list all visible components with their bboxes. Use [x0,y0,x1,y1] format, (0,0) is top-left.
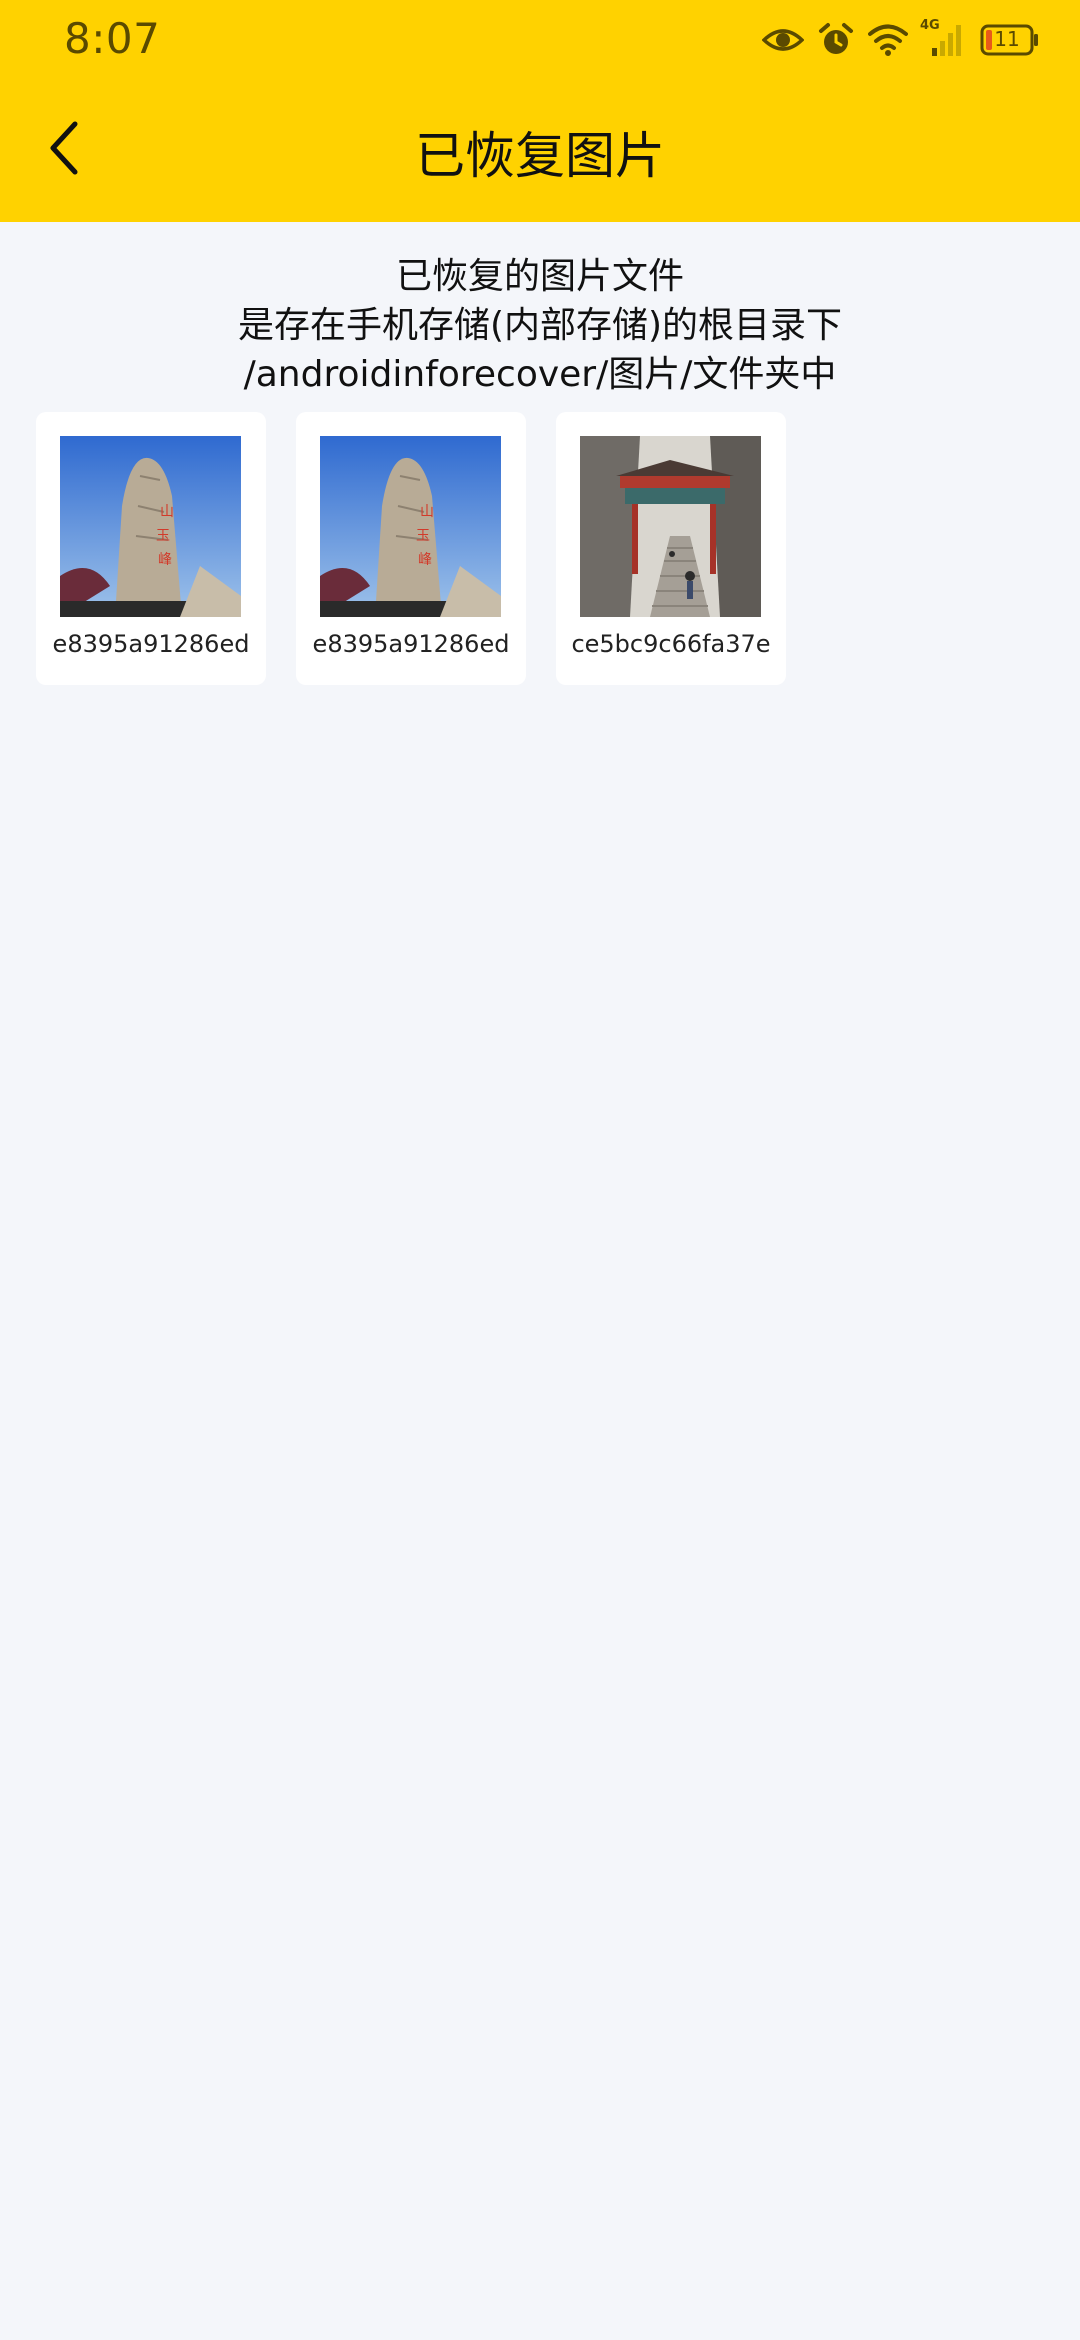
image-card[interactable]: ce5bc9c66fa37e [556,412,786,685]
network-type-label: 4G [920,18,940,33]
image-filename: e8395a91286ed [312,630,510,658]
info-line-1: 已恢复的图片文件 [395,256,684,297]
image-grid: 山 玉 峰 e8395a91286ed 山 玉 峰 e8395a91286ed … [36,412,786,685]
svg-text:玉: 玉 [156,528,170,544]
info-line-3: /androidinforecover/图片/文件夹中 [243,354,837,395]
wifi-icon [868,23,908,57]
cellular-signal-icon: 4G [920,18,966,58]
info-line-2: 是存在手机存储(内部存储)的根目录下 [237,305,843,346]
alarm-icon [818,22,854,58]
svg-text:玉: 玉 [416,528,430,544]
image-thumbnail: 山 玉 峰 [320,436,501,617]
header: 已恢复图片 [0,80,1080,222]
top-bar: 8:07 4G 11 已恢复图片 [0,0,1080,222]
image-card[interactable]: 山 玉 峰 e8395a91286ed [296,412,526,685]
image-filename: e8395a91286ed [52,630,250,658]
svg-text:峰: 峰 [158,552,172,568]
app-screen: 8:07 4G 11 已恢复图片 已恢复的图片文件 是存在手机存储(内部存储)的… [0,0,1080,2340]
image-card[interactable]: 山 玉 峰 e8395a91286ed [36,412,266,685]
info-text: 已恢复的图片文件 是存在手机存储(内部存储)的根目录下 /androidinfo… [0,252,1080,399]
image-filename: ce5bc9c66fa37e [571,630,771,658]
status-icons: 4G 11 [762,18,1040,62]
svg-text:山: 山 [420,504,434,520]
image-thumbnail [580,436,761,617]
status-bar: 8:07 4G 11 [0,0,1080,80]
page-title: 已恢复图片 [415,127,665,185]
status-time: 8:07 [64,14,161,63]
battery-icon: 11 [980,24,1040,56]
battery-level: 11 [994,27,1020,51]
image-thumbnail: 山 玉 峰 [60,436,241,617]
eye-icon [762,24,804,56]
svg-text:山: 山 [160,504,174,520]
svg-text:峰: 峰 [418,552,432,568]
